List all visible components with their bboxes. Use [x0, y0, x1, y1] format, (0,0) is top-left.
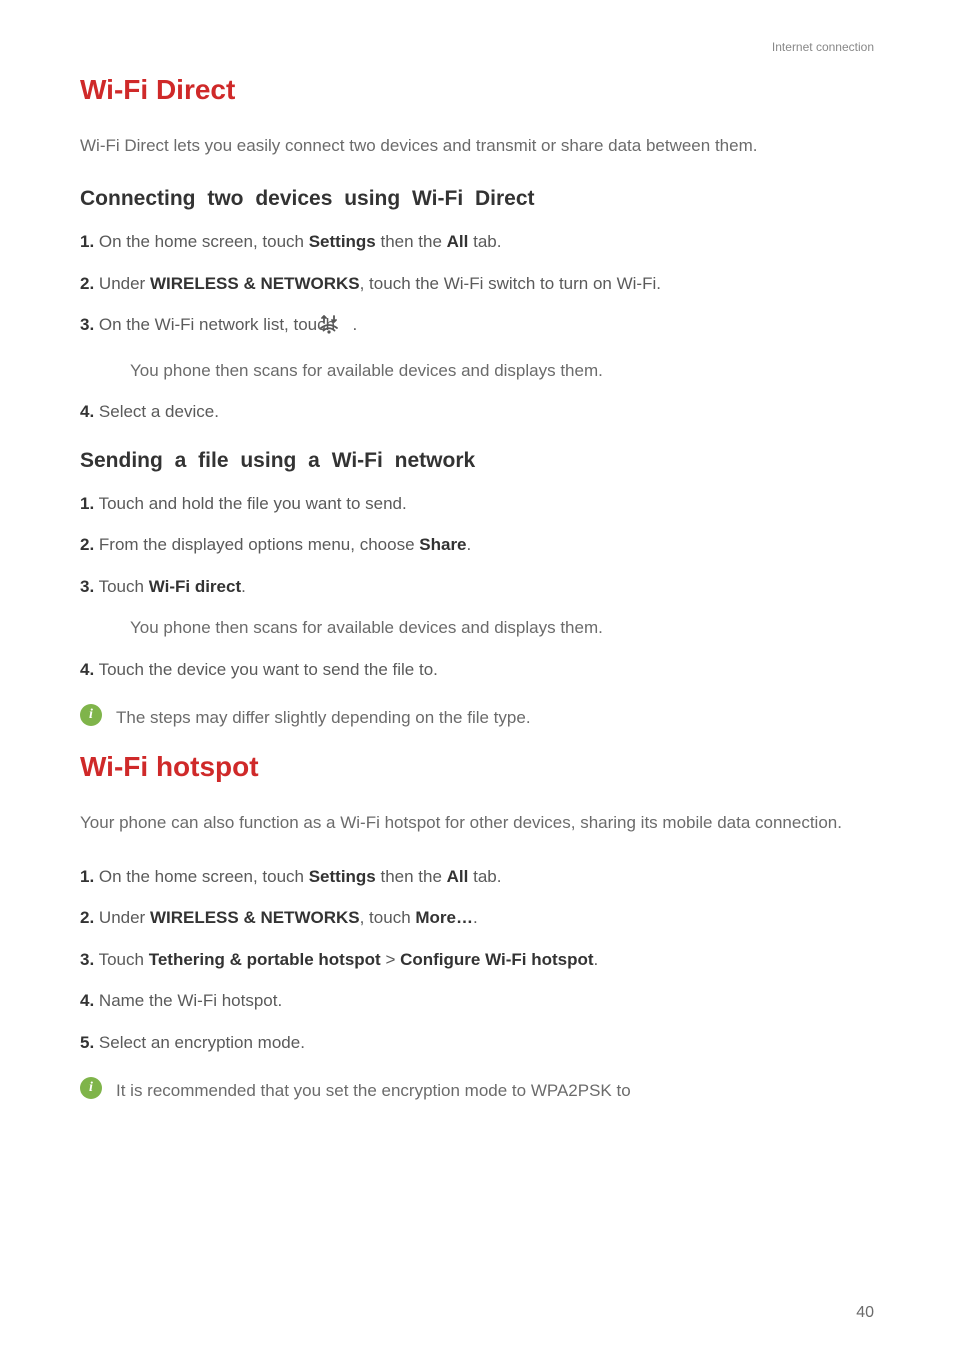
step-number: 2.: [80, 535, 94, 554]
step-text: Under: [94, 908, 150, 927]
step-item: 1. On the home screen, touch Settings th…: [80, 229, 874, 255]
step-text: On the home screen, touch: [94, 867, 309, 886]
step-number: 1.: [80, 232, 94, 251]
step-text: .: [473, 908, 478, 927]
step-text: .: [594, 950, 599, 969]
section-heading-wifi-hotspot: Wi-Fi hotspot: [80, 751, 874, 783]
step-substep: You phone then scans for available devic…: [80, 615, 874, 641]
step-item: 1. Touch and hold the file you want to s…: [80, 491, 874, 517]
page-container: Internet connection Wi-Fi Direct Wi-Fi D…: [0, 0, 954, 1352]
step-item: 4. Name the Wi-Fi hotspot.: [80, 988, 874, 1014]
step-text: then the: [376, 867, 447, 886]
step-text: Under: [94, 274, 150, 293]
page-number: 40: [856, 1304, 874, 1322]
step-item: 2. From the displayed options menu, choo…: [80, 532, 874, 558]
note-text: The steps may differ slightly depending …: [116, 704, 531, 731]
subheading-sending: Sending a file using a Wi-Fi network: [80, 449, 874, 473]
ui-label: Configure Wi-Fi hotspot: [400, 950, 593, 969]
step-number: 2.: [80, 908, 94, 927]
step-item: 3. Touch Wi-Fi direct.: [80, 574, 874, 600]
step-item: 3. Touch Tethering & portable hotspot > …: [80, 947, 874, 973]
step-number: 1.: [80, 867, 94, 886]
step-text: On the home screen, touch: [94, 232, 309, 251]
step-item: 2. Under WIRELESS & NETWORKS, touch the …: [80, 271, 874, 297]
step-text: .: [241, 577, 246, 596]
step-item: 5. Select an encryption mode.: [80, 1030, 874, 1056]
step-text: .: [348, 315, 357, 334]
section-intro: Wi-Fi Direct lets you easily connect two…: [80, 132, 874, 159]
step-text: Select a device.: [94, 402, 219, 421]
step-item: 2. Under WIRELESS & NETWORKS, touch More…: [80, 905, 874, 931]
step-text: On the Wi-Fi network list, touch: [94, 315, 340, 334]
section-intro: Your phone can also function as a Wi-Fi …: [80, 809, 874, 836]
ui-label: More…: [415, 908, 473, 927]
step-text: Touch the device you want to send the fi…: [94, 660, 438, 679]
ui-label: All: [447, 867, 469, 886]
ui-label: Settings: [309, 867, 376, 886]
step-text: From the displayed options menu, choose: [94, 535, 419, 554]
step-number: 3.: [80, 950, 94, 969]
step-text: Touch and hold the file you want to send…: [94, 494, 407, 513]
subheading-connecting: Connecting two devices using Wi-Fi Direc…: [80, 187, 874, 211]
ui-label: WIRELESS & NETWORKS: [150, 908, 360, 927]
step-number: 4.: [80, 402, 94, 421]
step-number: 4.: [80, 660, 94, 679]
ui-label: Settings: [309, 232, 376, 251]
section-heading-wifi-direct: Wi-Fi Direct: [80, 74, 874, 106]
step-text: then the: [376, 232, 447, 251]
header-category: Internet connection: [80, 40, 874, 54]
step-text: tab.: [468, 232, 501, 251]
step-number: 1.: [80, 494, 94, 513]
step-item: 3. On the Wi-Fi network list, touch .: [80, 312, 874, 342]
ui-label: Wi-Fi direct: [149, 577, 241, 596]
step-text: , touch the Wi-Fi switch to turn on Wi-F…: [360, 274, 661, 293]
ui-label: Tethering & portable hotspot: [149, 950, 381, 969]
step-text: .: [467, 535, 472, 554]
step-text: >: [381, 950, 400, 969]
step-number: 2.: [80, 274, 94, 293]
step-text: Name the Wi-Fi hotspot.: [94, 991, 282, 1010]
step-text: tab.: [468, 867, 501, 886]
step-item: 4. Touch the device you want to send the…: [80, 657, 874, 683]
step-text: Touch: [94, 950, 149, 969]
step-text: Touch: [94, 577, 149, 596]
ui-label: All: [447, 232, 469, 251]
step-number: 3.: [80, 315, 94, 334]
step-number: 5.: [80, 1033, 94, 1052]
ui-label: WIRELESS & NETWORKS: [150, 274, 360, 293]
step-item: 4. Select a device.: [80, 399, 874, 425]
ui-label: Share: [419, 535, 466, 554]
step-number: 3.: [80, 577, 94, 596]
info-icon: i: [80, 704, 102, 726]
info-icon: i: [80, 1077, 102, 1099]
step-text: , touch: [360, 908, 416, 927]
note-text: It is recommended that you set the encry…: [116, 1077, 631, 1104]
step-number: 4.: [80, 991, 94, 1010]
step-item: 1. On the home screen, touch Settings th…: [80, 864, 874, 890]
info-note: i The steps may differ slightly dependin…: [80, 704, 874, 731]
info-note: i It is recommended that you set the enc…: [80, 1077, 874, 1104]
step-substep: You phone then scans for available devic…: [80, 358, 874, 384]
step-text: Select an encryption mode.: [94, 1033, 305, 1052]
